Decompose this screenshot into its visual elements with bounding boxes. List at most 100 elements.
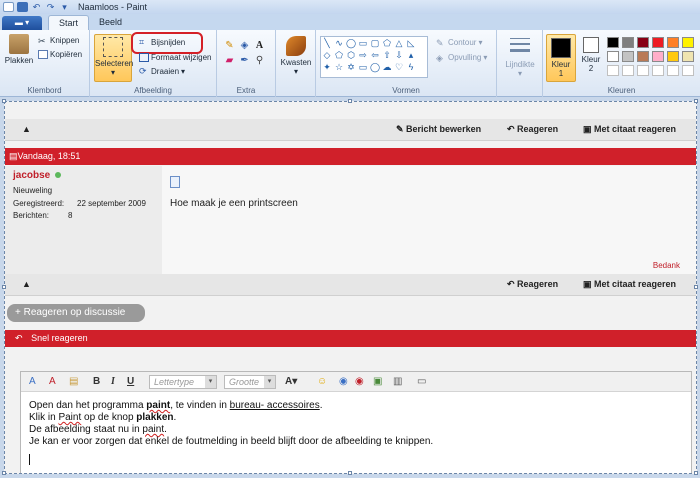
resize-handle-bottom-right[interactable] bbox=[694, 471, 698, 475]
edit-post-link[interactable]: ✎ Bericht bewerken bbox=[396, 124, 481, 135]
font-select[interactable]: Lettertype ▾ bbox=[149, 375, 217, 389]
color2-button[interactable]: Kleur 2 bbox=[578, 37, 604, 73]
bold-button[interactable]: B bbox=[93, 375, 100, 389]
quick-reply-editor[interactable]: A A ▤ B I U Lettertype ▾ Grootte ▾ A▾ ☺ ◉ … bbox=[20, 371, 692, 473]
quote-reply-link-2[interactable]: ▣ Met citaat reageren bbox=[583, 279, 676, 290]
warning-icon[interactable]: ▲ bbox=[22, 124, 31, 134]
font-style-icon[interactable]: A bbox=[29, 375, 36, 389]
resize-handle-left-middle[interactable] bbox=[2, 285, 6, 289]
copy-button[interactable]: Kopiëren bbox=[38, 50, 82, 59]
remove-format-icon[interactable]: A bbox=[49, 375, 56, 389]
thanks-link[interactable]: Bedank bbox=[653, 261, 680, 270]
size-button[interactable]: Lijndikte ▾ bbox=[501, 38, 539, 78]
palette-swatch[interactable] bbox=[607, 37, 619, 48]
palette-swatch[interactable] bbox=[667, 65, 679, 76]
save-icon[interactable] bbox=[17, 2, 28, 12]
palette-swatch[interactable] bbox=[652, 51, 664, 62]
palette-swatch[interactable] bbox=[622, 65, 634, 76]
palette-swatch[interactable] bbox=[652, 37, 664, 48]
callout-cloud-shape-icon[interactable]: ☁ bbox=[381, 61, 393, 73]
fill-button[interactable]: ◈ Opvulling ▾ bbox=[436, 53, 487, 63]
resize-button[interactable]: Formaat wijzigen bbox=[139, 53, 211, 62]
rotate-button[interactable]: ⟳ Draaien ▾ bbox=[139, 67, 185, 77]
link-icon[interactable]: ◉ bbox=[339, 375, 348, 389]
triangle-shape-icon[interactable]: △ bbox=[393, 37, 405, 49]
resize-handle-top-middle[interactable] bbox=[348, 99, 352, 103]
hexagon-shape-icon[interactable]: ⬡ bbox=[345, 49, 357, 61]
down-arrow-shape-icon[interactable]: ⇩ bbox=[393, 49, 405, 61]
select-button[interactable]: Selecteren ▾ bbox=[94, 34, 133, 82]
text-icon[interactable]: A bbox=[253, 39, 266, 52]
paste-button[interactable]: Plakken bbox=[4, 34, 34, 65]
palette-swatch[interactable] bbox=[667, 51, 679, 62]
pencil-icon[interactable]: ✎ bbox=[223, 39, 236, 52]
palette-swatch[interactable] bbox=[637, 65, 649, 76]
line-shape-icon[interactable]: ╲ bbox=[321, 37, 333, 49]
shapes-gallery[interactable]: ╲ ∿ ◯ ▭ ▢ ⬠ △ ◺ ◇ ⬠ ⬡ ⇨ ⇦ ⇧ ⇩ ▴ ✦ ☆ ✡ ▭ ◯ ☁ ♡ ϟ bbox=[320, 36, 428, 78]
callout-rect-shape-icon[interactable]: ▭ bbox=[357, 61, 369, 73]
up-arrow-shape-icon[interactable]: ⇧ bbox=[381, 49, 393, 61]
crop-button[interactable]: ⌗ Bijsnijden bbox=[139, 38, 185, 48]
underline-button[interactable]: U bbox=[127, 375, 134, 389]
lightning-shape-icon[interactable]: ϟ bbox=[405, 61, 417, 73]
resize-handle-top-right[interactable] bbox=[694, 99, 698, 103]
editor-text[interactable]: Open dan het programma paint, te vinden … bbox=[29, 400, 433, 465]
palette-swatch[interactable] bbox=[622, 51, 634, 62]
drawing-canvas[interactable]: ▲ ✎ Bericht bewerken ↶ Reageren ▣ Met ci… bbox=[4, 101, 697, 474]
resize-handle-bottom-middle[interactable] bbox=[348, 471, 352, 475]
reply-link[interactable]: ↶ Reageren bbox=[507, 124, 558, 135]
palette-swatch[interactable] bbox=[682, 37, 694, 48]
resize-handle-bottom-left[interactable] bbox=[2, 471, 6, 475]
reply-discussion-button[interactable]: + Reageren op discussie bbox=[7, 304, 145, 322]
color1-button[interactable]: Kleur 1 bbox=[546, 34, 576, 82]
color-picker-icon[interactable]: ✒ bbox=[238, 54, 251, 67]
quote-reply-link[interactable]: ▣ Met citaat reageren bbox=[583, 124, 676, 135]
paint-menu-button[interactable]: ▬ ▾ bbox=[2, 16, 42, 30]
unlink-icon[interactable]: ◉ bbox=[355, 375, 364, 389]
cut-button[interactable]: ✂ Knippen bbox=[38, 36, 79, 46]
diamond-shape-icon[interactable]: ◇ bbox=[321, 49, 333, 61]
heart-shape-icon[interactable]: ♡ bbox=[393, 61, 405, 73]
customize-dropdown-icon[interactable]: ▾ bbox=[59, 2, 70, 12]
resize-handle-top-left[interactable] bbox=[2, 99, 6, 103]
size-select[interactable]: Grootte ▾ bbox=[224, 375, 276, 389]
undo-icon[interactable]: ↶ bbox=[31, 2, 42, 12]
polygon-shape-icon[interactable]: ⬠ bbox=[381, 37, 393, 49]
text-color-button[interactable]: A▾ bbox=[285, 375, 297, 389]
five-star-shape-icon[interactable]: ☆ bbox=[333, 61, 345, 73]
tab-start[interactable]: Start bbox=[48, 15, 90, 30]
rounded-rectangle-shape-icon[interactable]: ▢ bbox=[369, 37, 381, 49]
fill-icon[interactable]: ◈ bbox=[238, 39, 251, 52]
palette-swatch[interactable] bbox=[652, 65, 664, 76]
palette-swatch[interactable] bbox=[607, 51, 619, 62]
six-star-shape-icon[interactable]: ✡ bbox=[345, 61, 357, 73]
video-icon[interactable]: ▥ bbox=[393, 375, 402, 389]
four-star-shape-icon[interactable]: ✦ bbox=[321, 61, 333, 73]
quote-icon[interactable]: ▭ bbox=[417, 375, 426, 389]
paste-text-icon[interactable]: ▤ bbox=[69, 375, 78, 389]
smiley-icon[interactable]: ☺ bbox=[317, 375, 327, 389]
left-arrow-shape-icon[interactable]: ⇦ bbox=[369, 49, 381, 61]
username[interactable]: jacobse bbox=[13, 170, 50, 181]
palette-swatch[interactable] bbox=[607, 65, 619, 76]
brushes-button[interactable]: Kwasten ▾ bbox=[279, 36, 313, 76]
palette-swatch[interactable] bbox=[622, 37, 634, 48]
pentagon-shape-icon[interactable]: ⬠ bbox=[333, 49, 345, 61]
resize-handle-right-middle[interactable] bbox=[694, 285, 698, 289]
image-icon[interactable]: ▣ bbox=[373, 375, 382, 389]
reply-link-2[interactable]: ↶ Reageren bbox=[507, 279, 558, 290]
eraser-icon[interactable]: ▰ bbox=[223, 54, 236, 67]
warning-icon-2[interactable]: ▲ bbox=[22, 279, 31, 289]
palette-swatch[interactable] bbox=[682, 51, 694, 62]
italic-button[interactable]: I bbox=[111, 375, 115, 389]
palette-swatch[interactable] bbox=[637, 51, 649, 62]
outline-button[interactable]: ✎ Contour ▾ bbox=[436, 38, 482, 48]
scroll-up-icon[interactable]: ▴ bbox=[405, 49, 417, 61]
right-arrow-shape-icon[interactable]: ⇨ bbox=[357, 49, 369, 61]
magnifier-icon[interactable]: ⚲ bbox=[253, 54, 266, 67]
palette-swatch[interactable] bbox=[682, 65, 694, 76]
rectangle-shape-icon[interactable]: ▭ bbox=[357, 37, 369, 49]
oval-shape-icon[interactable]: ◯ bbox=[345, 37, 357, 49]
palette-swatch[interactable] bbox=[637, 37, 649, 48]
tab-beeld[interactable]: Beeld bbox=[89, 15, 132, 30]
